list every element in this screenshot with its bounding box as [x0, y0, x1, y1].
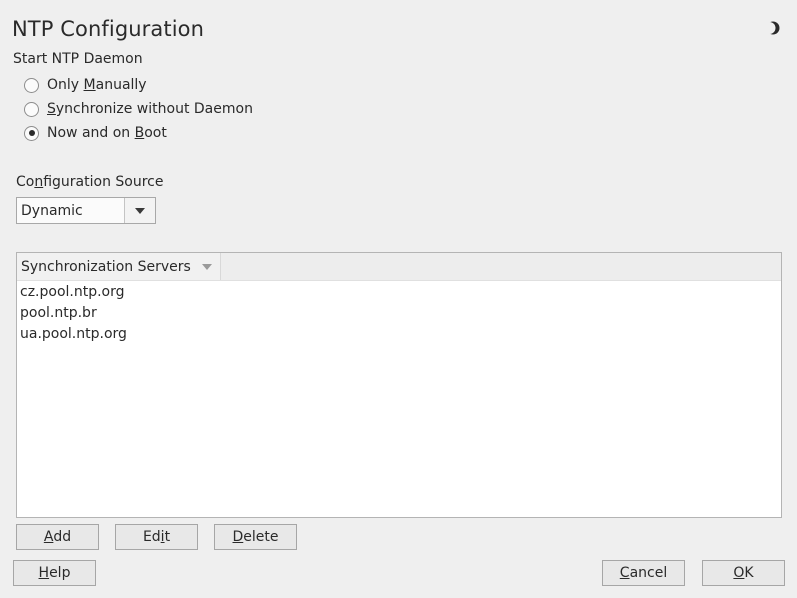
- ok-button[interactable]: OK: [702, 560, 785, 586]
- table-row[interactable]: ua.pool.ntp.org: [17, 324, 781, 345]
- radio-label: Now and on Boot: [47, 125, 167, 141]
- radio-button[interactable]: [24, 101, 39, 117]
- sort-indicator-icon: [202, 263, 212, 270]
- ntp-configuration-dialog: NTP Configuration Start NTP Daemon Only …: [0, 0, 797, 598]
- combobox-value: Dynamic: [21, 202, 83, 219]
- page-title: NTP Configuration: [12, 17, 204, 41]
- help-button[interactable]: Help: [13, 560, 96, 586]
- radio-label: Only Manually: [47, 77, 147, 93]
- synchronization-servers-table[interactable]: Synchronization Servers cz.pool.ntp.org …: [16, 252, 782, 518]
- configuration-source-label: Configuration Source: [16, 174, 164, 190]
- radio-button-checked[interactable]: [24, 125, 39, 141]
- moon-icon[interactable]: [765, 20, 781, 36]
- table-row[interactable]: cz.pool.ntp.org: [17, 282, 781, 303]
- table-header: Synchronization Servers: [17, 253, 781, 281]
- radio-now-and-on-boot[interactable]: Now and on Boot: [24, 123, 167, 143]
- radio-button[interactable]: [24, 77, 39, 93]
- delete-button[interactable]: Delete: [214, 524, 297, 550]
- column-header-synchronization-servers[interactable]: Synchronization Servers: [17, 253, 221, 280]
- cancel-button[interactable]: Cancel: [602, 560, 685, 586]
- radio-label: Synchronize without Daemon: [47, 101, 253, 117]
- radio-only-manually[interactable]: Only Manually: [24, 75, 147, 95]
- configuration-source-combobox[interactable]: Dynamic: [16, 197, 156, 224]
- dropdown-button[interactable]: [124, 198, 155, 223]
- start-ntp-daemon-label: Start NTP Daemon: [13, 51, 143, 67]
- edit-button[interactable]: Ed i t: [115, 524, 198, 550]
- chevron-down-icon: [135, 207, 145, 214]
- add-button[interactable]: Add: [16, 524, 99, 550]
- column-header-label: Synchronization Servers: [21, 258, 191, 275]
- table-row[interactable]: pool.ntp.br: [17, 303, 781, 324]
- radio-synchronize-without-daemon[interactable]: Synchronize without Daemon: [24, 99, 253, 119]
